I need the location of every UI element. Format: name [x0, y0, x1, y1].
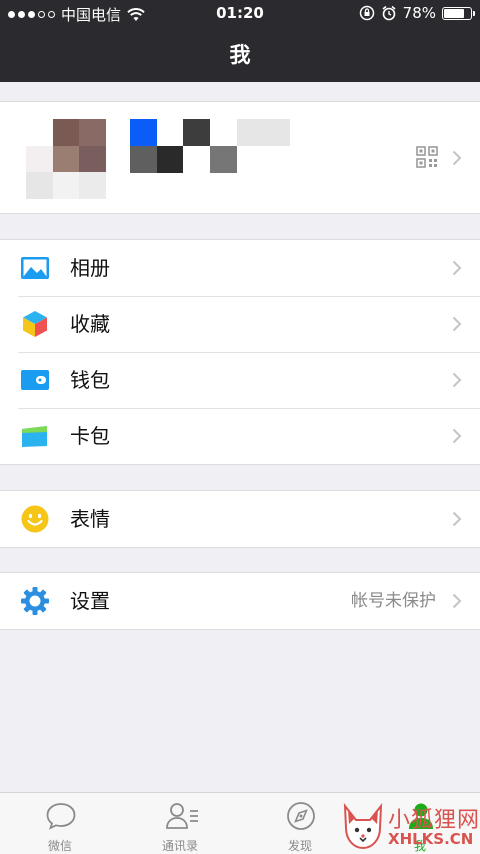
menu-item-label: 设置 — [70, 589, 110, 613]
carrier-name: 中国电信 — [61, 6, 122, 24]
menu-item-stickers[interactable]: 表情 — [0, 491, 480, 547]
chevron-right-icon — [452, 372, 462, 388]
avatar — [26, 119, 106, 199]
discover-icon — [287, 802, 315, 830]
chevron-right-icon — [452, 428, 462, 444]
battery-icon — [442, 6, 475, 20]
tab-label: 通讯录 — [161, 839, 198, 853]
status-left: 中国电信 — [8, 4, 145, 25]
watermark: 小狐狸网 XHLKS.CN — [340, 800, 480, 854]
chevron-right-icon — [452, 150, 462, 166]
chevron-right-icon — [452, 511, 462, 527]
card-package-icon — [22, 426, 47, 447]
menu-item-label: 相册 — [70, 256, 110, 280]
status-bar: 中国电信 01:20 78% — [0, 0, 480, 28]
fox-logo-icon — [343, 802, 383, 850]
menu-group-stickers: 表情 — [0, 490, 480, 548]
menu-item-settings[interactable]: 设置 帐号未保护 — [0, 573, 480, 629]
sticker-icon — [21, 505, 49, 533]
page-title: 我 — [229, 43, 251, 67]
wifi-icon — [127, 7, 145, 21]
watermark-domain: XHLKS.CN — [388, 830, 474, 848]
menu-item-label: 表情 — [70, 507, 110, 531]
tab-label: 微信 — [47, 839, 72, 853]
qrcode-icon — [416, 146, 438, 168]
alarm-icon — [382, 5, 396, 21]
tab-contacts[interactable]: 通讯录 — [120, 793, 240, 854]
status-right: 78% — [359, 4, 475, 22]
album-icon — [21, 257, 49, 279]
profile-name-pixelated — [130, 119, 290, 173]
profile-card[interactable] — [0, 101, 480, 214]
menu-group-main: 相册 收藏 钱包 卡包 — [0, 239, 480, 465]
chevron-right-icon — [452, 593, 462, 609]
menu-item-album[interactable]: 相册 — [0, 240, 480, 296]
tab-chats[interactable]: 微信 — [0, 793, 120, 854]
chevron-right-icon — [452, 316, 462, 332]
menu-item-card-package[interactable]: 卡包 — [0, 408, 480, 464]
chevron-right-icon — [452, 260, 462, 276]
menu-item-wallet[interactable]: 钱包 — [0, 352, 480, 408]
rotation-lock-icon — [359, 5, 374, 21]
contacts-icon — [166, 803, 198, 829]
battery-percent: 78% — [402, 4, 436, 22]
chat-icon — [46, 803, 76, 830]
menu-item-label: 钱包 — [70, 368, 110, 392]
account-protection-status: 帐号未保护 — [351, 591, 436, 611]
settings-icon — [21, 587, 49, 615]
navigation-bar: 我 — [0, 28, 480, 82]
favorites-icon — [23, 311, 47, 337]
menu-item-favorites[interactable]: 收藏 — [0, 296, 480, 352]
menu-item-label: 卡包 — [70, 424, 110, 448]
wallet-icon — [21, 370, 49, 390]
menu-item-label: 收藏 — [70, 312, 110, 336]
menu-group-settings: 设置 帐号未保护 — [0, 572, 480, 630]
signal-strength-icon — [8, 11, 55, 18]
